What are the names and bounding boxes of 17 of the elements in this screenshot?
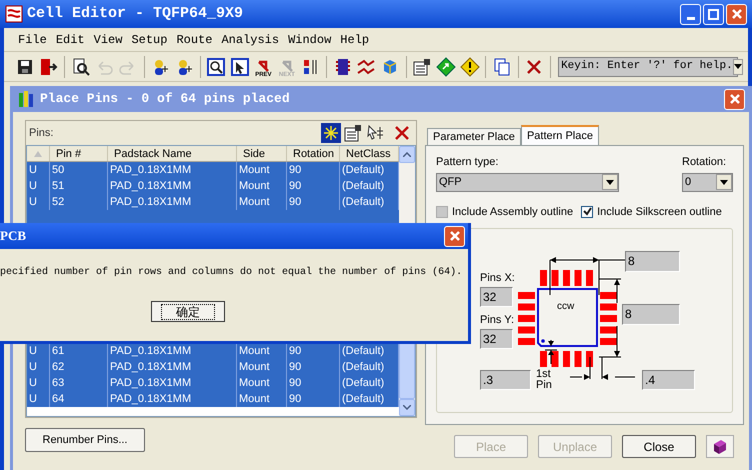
table-cell: 64: [50, 391, 108, 407]
keyin-text: Keyin: Enter '?' for help.: [560, 59, 733, 74]
pattern-type-label: Pattern type:: [436, 155, 500, 170]
direction-label: ccw: [557, 300, 574, 314]
pins-label: Pins:: [29, 126, 54, 141]
table-cell: 90: [287, 391, 340, 407]
window-title: Cell Editor - TQFP64_9X9: [27, 4, 244, 24]
message-title: PCB: [0, 227, 26, 246]
first-pin-label: 1st Pin: [536, 369, 553, 391]
table-cell: PAD_0.18X1MM: [108, 391, 237, 407]
table-cell: Mount: [237, 391, 287, 407]
pins-x-label: Pins X:: [480, 271, 515, 286]
table-cell: U: [27, 391, 50, 407]
pins-y-label: Pins Y:: [480, 313, 514, 328]
rotation-label: Rotation:: [682, 155, 728, 170]
message-text: pecified number of pin rows and columns do not equal the number of pins (64).: [0, 266, 464, 280]
dialog-title: Place Pins - 0 of 64 pins placed: [40, 90, 290, 108]
